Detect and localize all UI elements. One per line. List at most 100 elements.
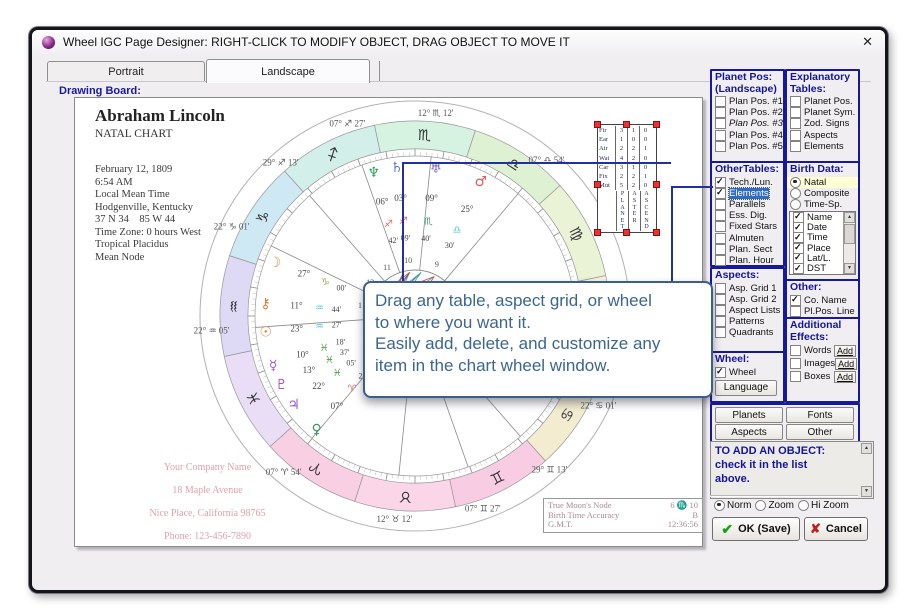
notice-scroll-up-icon[interactable]: ▲ [861, 443, 872, 454]
checkbox-row-plan-pos-2[interactable]: Plan Pos. #2 [712, 107, 783, 118]
checkbox[interactable] [790, 141, 801, 152]
scroll-down-icon[interactable]: ▼ [844, 263, 855, 274]
checkbox[interactable] [715, 255, 726, 266]
checkbox[interactable] [715, 130, 726, 141]
checkbox-row-plan-pos-1[interactable]: Plan Pos. #1 [712, 96, 783, 107]
birth-fields-listbox[interactable]: Name Date Time Place Lat/L. DST ▲ ▼ [789, 211, 856, 275]
radio-row-composite[interactable]: Composite [787, 188, 858, 199]
checkbox-row-exp-elements[interactable]: Elements [787, 141, 858, 152]
planets-button[interactable]: Planets [715, 407, 783, 423]
checkbox[interactable] [715, 177, 726, 188]
scroll-up-icon[interactable]: ▲ [844, 212, 855, 223]
selection-handle[interactable] [653, 121, 660, 128]
radio[interactable] [790, 188, 801, 199]
selection-handle[interactable] [623, 229, 630, 236]
cancel-label: Cancel [826, 523, 862, 535]
radio-row-time-sp[interactable]: Time-Sp. [787, 199, 858, 210]
radio-zoom[interactable] [755, 500, 766, 511]
checkbox-row-parallels[interactable]: Parallels [712, 199, 783, 210]
radio[interactable] [790, 199, 801, 210]
selection-handle[interactable] [594, 229, 601, 236]
checkbox-row-quadrants[interactable]: Quadrants [712, 327, 783, 338]
checkbox-row-almuten[interactable]: Almuten [712, 232, 783, 243]
radio[interactable] [790, 177, 801, 188]
elements-table[interactable]: Fir310Ear100Air221Wat420Car310Fix221Mut5… [597, 124, 657, 233]
checkbox-row-aspect-lists[interactable]: Aspect Lists [712, 305, 783, 316]
checkbox-row-images[interactable]: ImagesAdd [787, 357, 858, 370]
checkbox[interactable] [715, 221, 726, 232]
checkbox[interactable] [790, 130, 801, 141]
selection-handle[interactable] [594, 121, 601, 128]
checkbox-row-exp-zod-signs[interactable]: Zod. Signs [787, 118, 858, 129]
title-bar[interactable]: Wheel IGC Page Designer: RIGHT-CLICK TO … [32, 30, 885, 54]
checkbox[interactable] [790, 295, 801, 306]
selection-handle[interactable] [594, 181, 601, 188]
checkbox-row-plan-hour[interactable]: Plan. Hour [712, 255, 783, 266]
checkbox[interactable] [715, 199, 726, 210]
cancel-button[interactable]: ✘Cancel [804, 517, 868, 541]
checkbox-row-fixed-stars[interactable]: Fixed Stars [712, 221, 783, 232]
checkbox[interactable] [790, 96, 801, 107]
checkbox[interactable] [715, 118, 726, 129]
checkbox-row-plan-pos-5[interactable]: Plan Pos. #5 [712, 141, 783, 152]
selection-handle[interactable] [653, 229, 660, 236]
listbox-scrollbar[interactable]: ▲ ▼ [843, 212, 855, 274]
checkbox[interactable] [790, 345, 801, 356]
checkbox-row-asp-grid-1[interactable]: Asp. Grid 1 [712, 283, 783, 294]
checkbox-row-wheel[interactable]: Wheel [712, 367, 783, 378]
checkbox[interactable] [715, 316, 726, 327]
checkbox[interactable] [793, 263, 804, 274]
checkbox-row-co-name[interactable]: Co. Name [787, 295, 858, 306]
checkbox[interactable] [790, 107, 801, 118]
aspects-button[interactable]: Aspects [715, 424, 783, 440]
checkbox[interactable] [715, 327, 726, 338]
checkbox[interactable] [790, 358, 801, 369]
checkbox[interactable] [790, 371, 801, 382]
checkbox[interactable] [715, 244, 726, 255]
selection-handle[interactable] [623, 121, 630, 128]
checkbox-row-pl-pos-line[interactable]: Pl.Pos. Line [787, 306, 858, 317]
checkbox-row-words[interactable]: WordsAdd [787, 344, 858, 357]
svg-text:☽: ☽ [269, 255, 282, 271]
checkbox[interactable] [715, 107, 726, 118]
checkbox-row-tech-lun[interactable]: Tech./Lun. [712, 177, 783, 188]
checkbox[interactable] [715, 96, 726, 107]
add-images-button[interactable]: Add [835, 358, 857, 370]
checkbox-row-ess-dig[interactable]: Ess. Dig. [712, 210, 783, 221]
checkbox[interactable] [715, 210, 726, 221]
checkbox[interactable] [790, 118, 801, 129]
radio-hi-zoom[interactable] [798, 500, 809, 511]
checkbox-row-boxes[interactable]: BoxesAdd [787, 370, 858, 383]
other-button[interactable]: Other [786, 424, 854, 440]
selection-handle[interactable] [653, 181, 660, 188]
checkbox-row-asp-grid-2[interactable]: Asp. Grid 2 [712, 294, 783, 305]
add-words-button[interactable]: Add [834, 345, 856, 357]
checkbox[interactable] [715, 305, 726, 316]
checkbox-row-exp-planet-sym[interactable]: Planet Sym. [787, 107, 858, 118]
checkbox-row-plan-pos-4[interactable]: Plan Pos. #4 [712, 130, 783, 141]
fonts-button[interactable]: Fonts [786, 407, 854, 423]
ok-save-button[interactable]: ✔OK (Save) [712, 517, 800, 541]
notice-scroll-down-icon[interactable]: ▼ [861, 486, 872, 497]
checkbox-row-exp-aspects[interactable]: Aspects [787, 130, 858, 141]
radio-norm[interactable] [714, 500, 725, 511]
checkbox-row-plan-sect[interactable]: Plan. Sect [712, 244, 783, 255]
scroll-thumb[interactable] [844, 224, 855, 244]
checkbox-row-exp-planet-pos[interactable]: Planet Pos. [787, 96, 858, 107]
tab-landscape[interactable]: Landscape [206, 59, 370, 83]
checkbox[interactable] [715, 283, 726, 294]
checkbox-row-elements[interactable]: Elements [712, 188, 783, 199]
checkbox-row-patterns[interactable]: Patterns [712, 316, 783, 327]
tab-portrait[interactable]: Portrait [47, 61, 205, 82]
checkbox[interactable] [715, 294, 726, 305]
checkbox[interactable] [715, 233, 726, 244]
radio-row-natal[interactable]: Natal [787, 177, 858, 188]
close-icon[interactable]: ✕ [858, 34, 877, 50]
checkbox-row-plan-pos-3[interactable]: Plan Pos. #3 [712, 118, 783, 129]
add-boxes-button[interactable]: Add [834, 371, 856, 383]
checkbox[interactable] [790, 306, 801, 317]
checkbox[interactable] [715, 188, 726, 199]
language-button[interactable]: Language [715, 380, 777, 396]
checkbox[interactable] [715, 367, 726, 378]
checkbox[interactable] [715, 141, 726, 152]
